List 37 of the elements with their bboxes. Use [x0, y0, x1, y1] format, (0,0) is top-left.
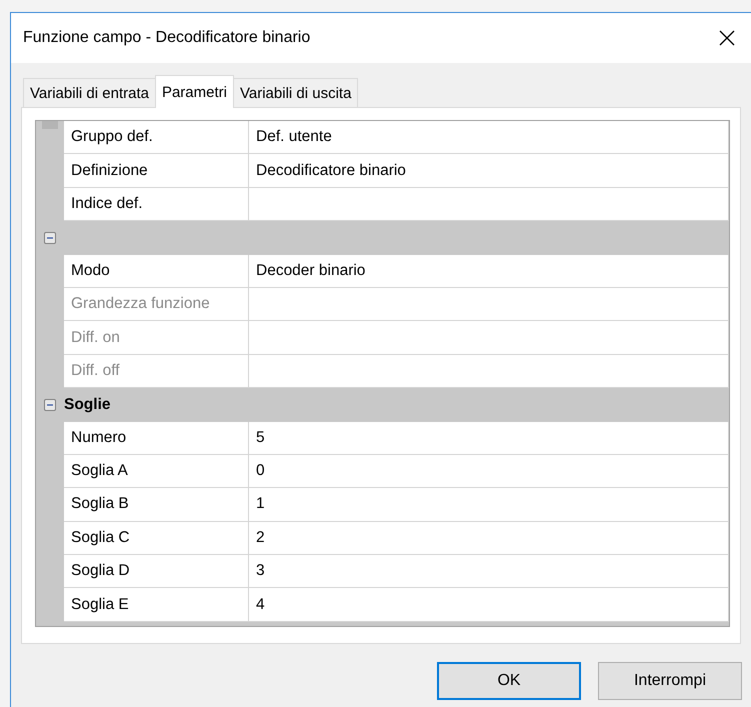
- property-name: Gruppo def.: [64, 121, 249, 154]
- property-name: Soglia C: [64, 522, 249, 556]
- property-value[interactable]: Decoder binario: [249, 254, 729, 288]
- property-name: Diff. on: [64, 321, 249, 355]
- row-marker: [42, 121, 58, 129]
- property-value[interactable]: [249, 321, 729, 355]
- property-value[interactable]: 1: [249, 488, 729, 522]
- property-name: Soglia A: [64, 454, 249, 488]
- property-value[interactable]: 3: [249, 555, 729, 588]
- tab[interactable]: Parametri: [154, 75, 234, 108]
- property-value[interactable]: 5: [249, 422, 729, 455]
- property-value[interactable]: 0: [249, 454, 729, 488]
- property-name: Soglia B: [64, 488, 249, 522]
- property-name: Grandezza funzione: [64, 288, 249, 322]
- section-title: Soglie: [64, 396, 111, 414]
- property-name: Modo: [64, 254, 249, 288]
- property-value[interactable]: Def. utente: [249, 121, 729, 154]
- window-title: Funzione campo - Decodificatore binario: [23, 29, 310, 47]
- property-value[interactable]: [249, 354, 729, 388]
- property-value[interactable]: 4: [249, 588, 729, 622]
- dialog-button[interactable]: OK: [437, 662, 581, 700]
- property-name: Indice def.: [64, 188, 249, 222]
- property-value[interactable]: [249, 188, 729, 222]
- property-name: Definizione: [64, 154, 249, 188]
- property-value[interactable]: [249, 288, 729, 322]
- tab[interactable]: Variabili di uscita: [232, 78, 358, 108]
- tab[interactable]: Variabili di entrata: [23, 78, 156, 108]
- collapse-icon[interactable]: [44, 232, 56, 244]
- dialog-button[interactable]: Interrompi: [598, 662, 742, 700]
- close-icon[interactable]: [719, 30, 735, 46]
- property-name: Soglia D: [64, 555, 249, 588]
- property-value[interactable]: 2: [249, 522, 729, 556]
- property-name: Numero: [64, 422, 249, 455]
- property-name: Diff. off: [64, 354, 249, 388]
- property-value[interactable]: Decodificatore binario: [249, 154, 729, 188]
- property-name: Soglia E: [64, 588, 249, 622]
- collapse-icon[interactable]: [44, 398, 56, 411]
